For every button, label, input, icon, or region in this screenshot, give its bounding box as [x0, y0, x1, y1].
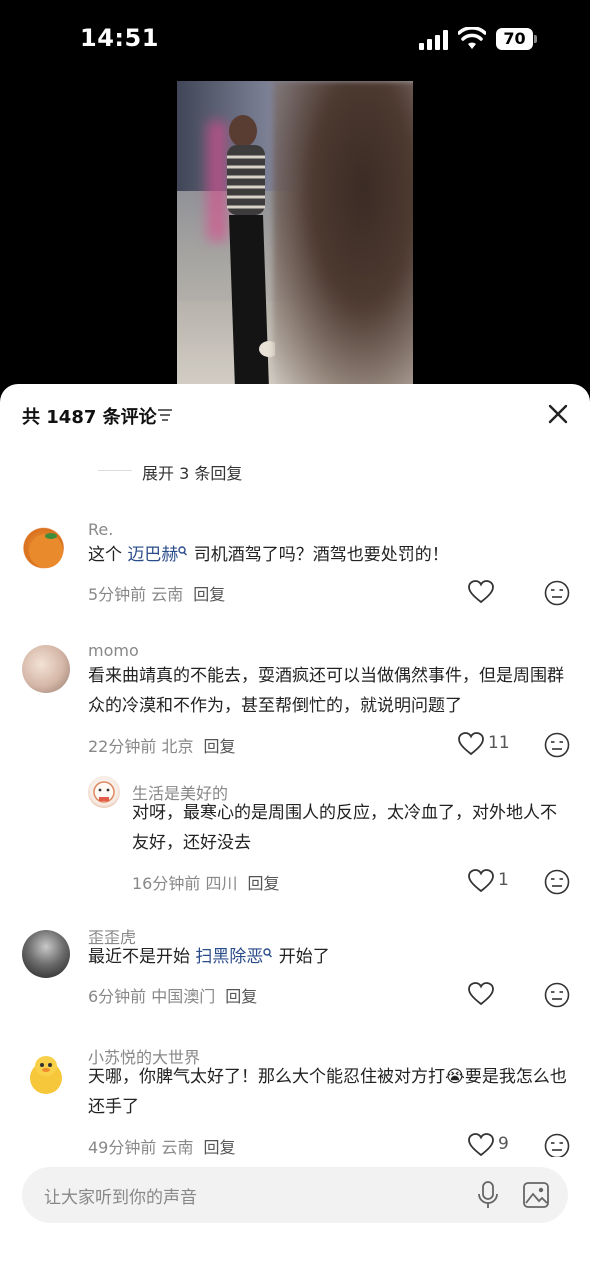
comment-time: 16分钟前	[132, 874, 201, 893]
comment-username[interactable]: Re.	[88, 520, 113, 539]
emoji-reaction-icon[interactable]	[544, 982, 570, 1008]
comment-location: 云南	[161, 1138, 194, 1157]
status-time: 14:51	[80, 24, 159, 52]
reply-button[interactable]: 回复	[193, 585, 225, 604]
comment-text: 对呀，最寒心的是周围人的反应，太冷血了，对外地人不友好，还好没去	[132, 803, 557, 853]
like-count: 1	[498, 870, 509, 890]
comment-username[interactable]: momo	[88, 641, 139, 660]
comment-meta: 22分钟前 北京 回复	[88, 733, 236, 757]
comment-meta: 49分钟前 云南 回复	[88, 1134, 236, 1157]
like-count: 9	[498, 1134, 509, 1154]
comment-meta: 6分钟前 中国澳门 回复	[88, 983, 257, 1007]
emoji-reaction-icon[interactable]	[544, 869, 570, 895]
like-button[interactable]: 1	[468, 869, 528, 893]
comment-text-before: 最近不是开始	[88, 947, 196, 967]
comment-text: 这个 迈巴赫 司机酒驾了吗？酒驾也要处罚的！	[88, 540, 568, 570]
expand-divider	[98, 470, 132, 471]
comment-time: 22分钟前	[88, 737, 157, 756]
comment-text: 天哪，你脾气太好了！那么大个能忍住被对方打😭要是我怎么也还手了	[88, 1067, 567, 1117]
like-button[interactable]	[468, 982, 528, 1006]
comment-meta: 5分钟前 云南 回复	[88, 581, 225, 605]
reply-button[interactable]: 回复	[247, 874, 279, 893]
comment-count-title: 共 1487 条评论	[22, 407, 157, 428]
avatar[interactable]	[22, 1050, 70, 1098]
video-player[interactable]	[177, 81, 413, 391]
emoji-reaction-icon[interactable]	[544, 580, 570, 606]
comment-input-placeholder: 让大家听到你的声音	[44, 1188, 197, 1208]
comment-time: 5分钟前	[88, 585, 147, 604]
like-count: 11	[488, 733, 510, 753]
mic-icon[interactable]	[476, 1181, 500, 1209]
heart-icon	[468, 982, 494, 1006]
comment-location: 四川	[205, 874, 238, 893]
close-icon[interactable]	[546, 402, 570, 426]
heart-icon	[468, 869, 494, 893]
comment-location: 云南	[151, 585, 184, 604]
comment-input[interactable]: 让大家听到你的声音	[22, 1167, 568, 1223]
heart-icon	[468, 1133, 494, 1157]
lucky-cat-avatar-art	[93, 781, 115, 803]
comment-list[interactable]: 展开 3 条回复 Re. 这个 迈巴赫 司机酒驾了吗？酒驾也要处罚的！ 5分钟前…	[0, 429, 590, 1157]
battery-level: 70	[496, 28, 533, 50]
wifi-icon	[458, 27, 486, 49]
comment-text: 看来曲靖真的不能去，耍酒疯还可以当做偶然事件，但是周围群众的冷漠和不作为，甚至帮…	[88, 666, 564, 716]
orange-avatar-art	[29, 533, 63, 568]
comment-location: 中国澳门	[151, 987, 216, 1006]
avatar[interactable]	[22, 645, 70, 693]
comment-location: 北京	[161, 737, 194, 756]
comment-text: 最近不是开始 扫黑除恶 开始了	[88, 942, 568, 972]
reply-button[interactable]: 回复	[203, 1138, 235, 1157]
emoji-reaction-icon[interactable]	[544, 732, 570, 758]
expand-replies-label: 展开 3 条回复	[142, 464, 243, 483]
comment-text-before: 这个	[88, 545, 128, 565]
signal-icon	[419, 30, 448, 50]
reply-button[interactable]: 回复	[225, 987, 257, 1006]
avatar[interactable]	[88, 776, 120, 808]
like-button[interactable]: 11	[458, 732, 518, 756]
avatar[interactable]	[22, 524, 70, 572]
sort-icon[interactable]	[157, 407, 173, 423]
comment-text-after: 司机酒驾了吗？酒驾也要处罚的！	[188, 545, 449, 565]
search-link-icon	[178, 546, 188, 556]
duck-avatar-art	[30, 1056, 62, 1094]
heart-icon	[458, 732, 484, 756]
video-person	[227, 115, 275, 389]
comment-text-after: 开始了	[273, 947, 330, 967]
battery-icon: 70	[496, 28, 538, 50]
heart-icon	[468, 580, 494, 604]
battery-tip	[534, 35, 537, 43]
video-foreground-hair	[273, 81, 413, 391]
reply-button[interactable]: 回复	[203, 737, 235, 756]
like-button[interactable]: 9	[468, 1133, 528, 1157]
comment-time: 49分钟前	[88, 1138, 157, 1157]
search-link-icon	[263, 948, 273, 958]
image-icon[interactable]	[522, 1181, 550, 1209]
avatar[interactable]	[22, 930, 70, 978]
search-link[interactable]: 扫黑除恶	[195, 947, 263, 967]
comment-meta: 16分钟前 四川 回复	[132, 870, 280, 894]
comments-sheet: 共 1487 条评论 展开 3 条回复 Re. 这个 迈巴赫 司机酒驾了吗？酒驾…	[0, 384, 590, 1280]
like-button[interactable]	[468, 580, 528, 604]
status-bar: 14:51 70	[0, 0, 590, 80]
comment-time: 6分钟前	[88, 987, 147, 1006]
search-link[interactable]: 迈巴赫	[127, 545, 178, 565]
emoji-reaction-icon[interactable]	[544, 1133, 570, 1157]
